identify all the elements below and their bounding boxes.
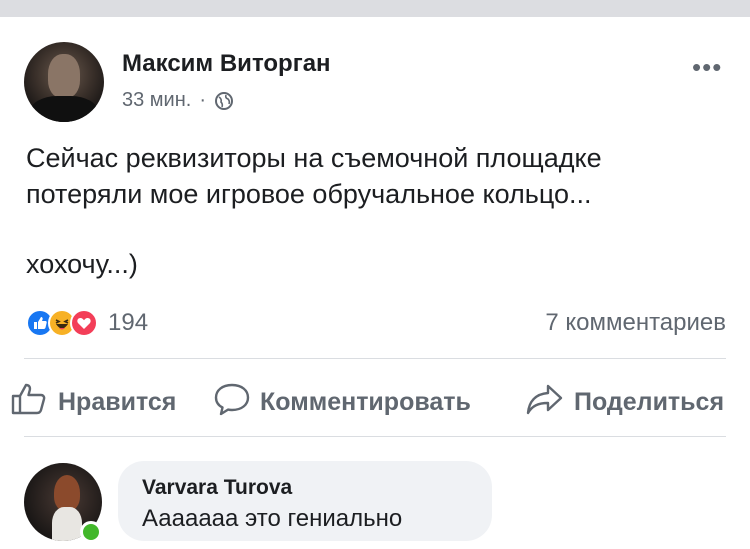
avatar-dress	[52, 507, 82, 541]
avatar-face	[48, 54, 80, 98]
thumbs-up-icon	[10, 382, 58, 423]
comment-text: Ааааааа это гениально	[142, 505, 403, 532]
share-button-label: Поделиться	[574, 388, 725, 416]
author-avatar[interactable]	[24, 42, 104, 122]
reactions-summary[interactable]: 194	[26, 308, 148, 338]
divider	[24, 436, 726, 437]
avatar-hair	[54, 475, 80, 511]
post-meta: 33 мин. ·	[122, 89, 234, 112]
comments-count-link[interactable]: 7 комментариев	[545, 309, 726, 337]
comment-bubble-icon	[214, 382, 260, 423]
like-button-label: Нравится	[58, 388, 177, 416]
comment-item: Varvara Turova Ааааааа это гениально	[0, 461, 750, 549]
post-author-name[interactable]: Максим Виторган	[122, 50, 331, 78]
love-icon	[70, 309, 98, 337]
post-timestamp[interactable]: 33 мин.	[122, 89, 191, 112]
comment-bubble: Varvara Turova Ааааааа это гениально	[118, 461, 492, 541]
post-text-line-3: хохочу...)	[26, 249, 138, 279]
post-text: Сейчас реквизиторы на съемочной площадке…	[26, 140, 726, 282]
divider	[24, 358, 726, 359]
action-bar: Нравится Комментировать Поделиться	[0, 376, 750, 424]
online-status-icon	[80, 521, 102, 543]
comment-button-label: Комментировать	[260, 388, 471, 416]
meta-separator: ·	[199, 89, 206, 111]
share-button[interactable]: Поделиться	[526, 382, 724, 423]
post-card: Максим Виторган 33 мин. · ••• Сейчас рек…	[0, 17, 750, 549]
comment-button[interactable]: Комментировать	[214, 382, 471, 423]
reaction-count: 194	[108, 309, 149, 336]
post-text-line-1: Сейчас реквизиторы на съемочной площадке	[26, 143, 602, 173]
like-button[interactable]: Нравится	[10, 382, 176, 423]
commenter-name[interactable]: Varvara Turova	[142, 476, 292, 500]
share-arrow-icon	[526, 382, 574, 423]
more-options-icon[interactable]: •••	[692, 54, 722, 80]
post-text-line-2: потеряли мое игровое обручальное кольцо.…	[26, 179, 592, 209]
feed-top-separator	[0, 0, 750, 17]
globe-icon[interactable]	[214, 91, 234, 111]
avatar-body	[30, 96, 98, 122]
